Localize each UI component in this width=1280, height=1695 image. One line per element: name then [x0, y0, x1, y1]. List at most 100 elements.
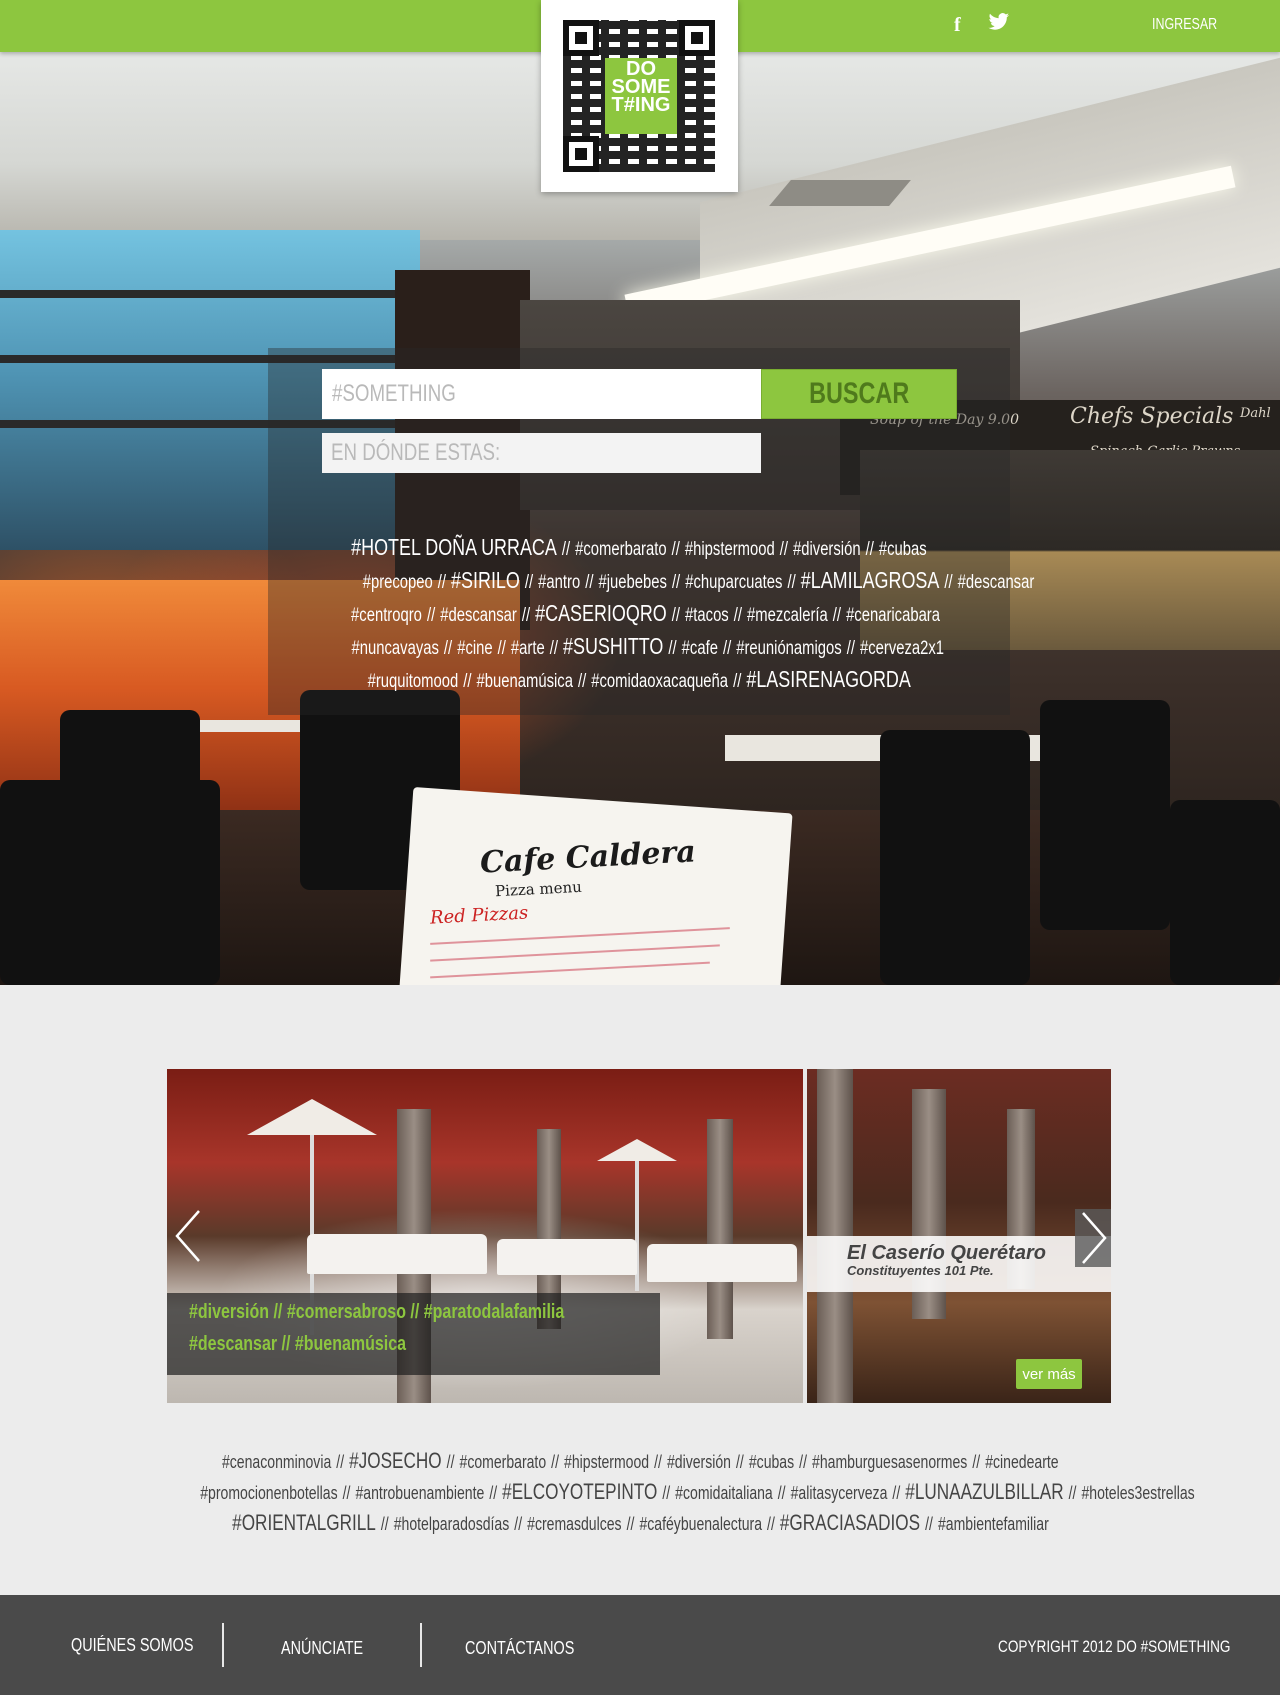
- hashtag-link[interactable]: #antro: [538, 572, 580, 593]
- hashtag-link[interactable]: #JOSECHO: [349, 1448, 442, 1473]
- hashtag-link[interactable]: #diversión: [793, 539, 861, 560]
- hashtag-link[interactable]: #ORIENTALGRILL: [232, 1510, 376, 1535]
- hashtag-link[interactable]: #cubas: [879, 539, 927, 560]
- hashtag-link[interactable]: #CASERIOQRO: [535, 600, 667, 626]
- hashtag-link[interactable]: #chuparcuates: [685, 572, 782, 593]
- hashtag-link[interactable]: #hamburguesasenormes: [812, 1452, 967, 1472]
- hashtag-link[interactable]: #ambientefamiliar: [937, 1514, 1048, 1534]
- search-input[interactable]: #SOMETHING: [322, 369, 762, 419]
- hashtag-link[interactable]: #alitasycerveza: [791, 1483, 888, 1503]
- tag-line-inner: #ORIENTALGRILL // #hotelparadosdías // #…: [232, 1510, 1049, 1536]
- venue-tags-text: #descansar // #buenamúsica: [189, 1333, 406, 1355]
- hashtag-link[interactable]: #centroqro: [351, 605, 422, 626]
- hashtag-link[interactable]: #hipstermood: [564, 1452, 649, 1472]
- see-more-button[interactable]: ver más: [1016, 1359, 1082, 1389]
- hero-photo-chair: [1040, 700, 1170, 930]
- hashtag-link[interactable]: #descansar: [958, 572, 1035, 593]
- hashtag-link[interactable]: #LAMILAGROSA: [801, 567, 940, 593]
- hashtag-link[interactable]: #buenamúsica: [476, 671, 572, 692]
- hashtag-link[interactable]: #ELCOYOTEPINTO: [502, 1479, 657, 1504]
- hashtag-link[interactable]: #cenaricabara: [846, 605, 940, 626]
- hashtag-link[interactable]: #hoteles3estrellas: [1081, 1483, 1194, 1503]
- tag-separator: //: [892, 1483, 901, 1503]
- hashtag-link[interactable]: #SUSHITTO: [563, 633, 663, 659]
- hashtag-link[interactable]: #descansar: [440, 605, 517, 626]
- tag-separator: //: [513, 1514, 522, 1534]
- hashtag-link[interactable]: #ruquitomood: [367, 671, 458, 692]
- tag-separator: //: [342, 1483, 351, 1503]
- tag-separator: //: [777, 1483, 786, 1503]
- hashtag-link[interactable]: #diversión: [667, 1452, 731, 1472]
- venue-tags-row[interactable]: #descansar // #buenamúsica: [189, 1333, 660, 1365]
- venue-tags-row[interactable]: #diversión // #comersabroso // #paratoda…: [189, 1301, 660, 1333]
- hashtag-link[interactable]: #juebebes: [598, 572, 666, 593]
- qr-finder-pattern: [679, 20, 715, 56]
- tag-separator: //: [735, 1452, 744, 1472]
- hero-photo-menu-card: [397, 787, 793, 985]
- hashtag-link[interactable]: #cinedearte: [985, 1452, 1058, 1472]
- tag-separator: //: [662, 1483, 671, 1503]
- hashtag-link[interactable]: #nuncavayas: [352, 638, 439, 659]
- hashtag-link[interactable]: #cine: [457, 638, 492, 659]
- hashtag-link[interactable]: #SIRILO: [451, 567, 520, 593]
- hashtag-link[interactable]: #comidaoxacaqueña: [591, 671, 728, 692]
- tag-line-inner: #ruquitomood // #buenamúsica // #comidao…: [367, 666, 910, 693]
- hashtag-link[interactable]: #comerbarato: [575, 539, 666, 560]
- login-link[interactable]: INGRESAR: [1152, 16, 1217, 34]
- hashtag-link[interactable]: #HOTEL DOÑA URRACA: [351, 534, 557, 560]
- hashtag-link[interactable]: #precopeo: [363, 572, 433, 593]
- photo-table: [647, 1244, 797, 1282]
- hashtag-link[interactable]: #cafe: [682, 638, 718, 659]
- facebook-icon[interactable]: f: [954, 14, 961, 37]
- footer-link-contact[interactable]: CONTÁCTANOS: [465, 1638, 574, 1659]
- tag-separator: //: [550, 1452, 559, 1472]
- hashtag-link[interactable]: #LASIRENAGORDA: [746, 666, 911, 692]
- twitter-icon[interactable]: [988, 12, 1010, 38]
- footer-divider: [420, 1623, 422, 1667]
- tag-separator: //: [865, 539, 874, 560]
- footer-link-about[interactable]: QUIÉNES SOMOS: [71, 1635, 193, 1656]
- site-logo[interactable]: DO SOME T#ING: [541, 0, 738, 192]
- tag-separator: //: [437, 572, 447, 593]
- hashtag-link[interactable]: #reuniónamigos: [736, 638, 841, 659]
- hero-photo-chair: [0, 780, 220, 985]
- hashtag-link[interactable]: #comidaitaliana: [675, 1483, 773, 1503]
- tag-separator: //: [443, 638, 453, 659]
- footer-link-advertise[interactable]: ANÚNCIATE: [281, 1638, 363, 1659]
- hashtag-link[interactable]: #LUNAAZULBILLAR: [905, 1479, 1063, 1504]
- hero-photo-vent: [769, 180, 911, 206]
- hashtag-link[interactable]: #comerbarato: [459, 1452, 546, 1472]
- carousel-next-arrow-icon[interactable]: [1075, 1209, 1111, 1267]
- hashtag-link[interactable]: #tacos: [685, 605, 729, 626]
- hashtag-link[interactable]: #arte: [511, 638, 545, 659]
- hashtag-link[interactable]: #promocionenbotellas: [200, 1483, 337, 1503]
- hashtag-link[interactable]: #mezcalería: [747, 605, 828, 626]
- tag-line-inner: #cenaconminovia // #JOSECHO // #comerbar…: [222, 1448, 1059, 1474]
- tag-separator: //: [832, 605, 842, 626]
- hashtag-link[interactable]: #cubas: [749, 1452, 794, 1472]
- tag-line: #ORIENTALGRILL // #hotelparadosdías // #…: [60, 1510, 1220, 1541]
- search-button[interactable]: BUSCAR: [761, 369, 957, 419]
- hashtag-link[interactable]: #antrobuenambiente: [355, 1483, 484, 1503]
- hashtag-link[interactable]: #hotelparadosdías: [393, 1514, 509, 1534]
- location-placeholder: EN DÓNDE ESTAS:: [331, 439, 501, 466]
- tag-separator: //: [732, 671, 742, 692]
- hashtag-link[interactable]: #cremasdulces: [527, 1514, 621, 1534]
- hashtag-link[interactable]: #cerveza2x1: [860, 638, 944, 659]
- tag-separator: //: [497, 638, 506, 659]
- hashtag-link[interactable]: #hipstermood: [685, 539, 775, 560]
- tag-line-inner: #precopeo // #SIRILO // #antro // #juebe…: [363, 567, 1035, 594]
- tag-separator: //: [653, 1452, 662, 1472]
- location-input[interactable]: EN DÓNDE ESTAS:: [322, 433, 761, 473]
- carousel-prev-arrow-icon[interactable]: [171, 1207, 207, 1265]
- hashtag-link[interactable]: #GRACIASADIOS: [779, 1510, 919, 1535]
- footer: QUIÉNES SOMOS ANÚNCIATE CONTÁCTANOS COPY…: [0, 1595, 1280, 1695]
- hashtag-link[interactable]: #caféybuenalectura: [639, 1514, 762, 1534]
- tag-line: #ruquitomood // #buenamúsica // #comidao…: [268, 666, 1010, 699]
- venue-tags-text: #diversión // #comersabroso // #paratoda…: [189, 1301, 565, 1323]
- tag-separator: //: [489, 1483, 498, 1503]
- hashtag-link[interactable]: #cenaconminovia: [222, 1452, 331, 1472]
- bottom-tag-cloud: #cenaconminovia // #JOSECHO // #comerbar…: [60, 1448, 1220, 1541]
- tag-line: #cenaconminovia // #JOSECHO // #comerbar…: [60, 1448, 1220, 1479]
- tag-separator: //: [626, 1514, 634, 1534]
